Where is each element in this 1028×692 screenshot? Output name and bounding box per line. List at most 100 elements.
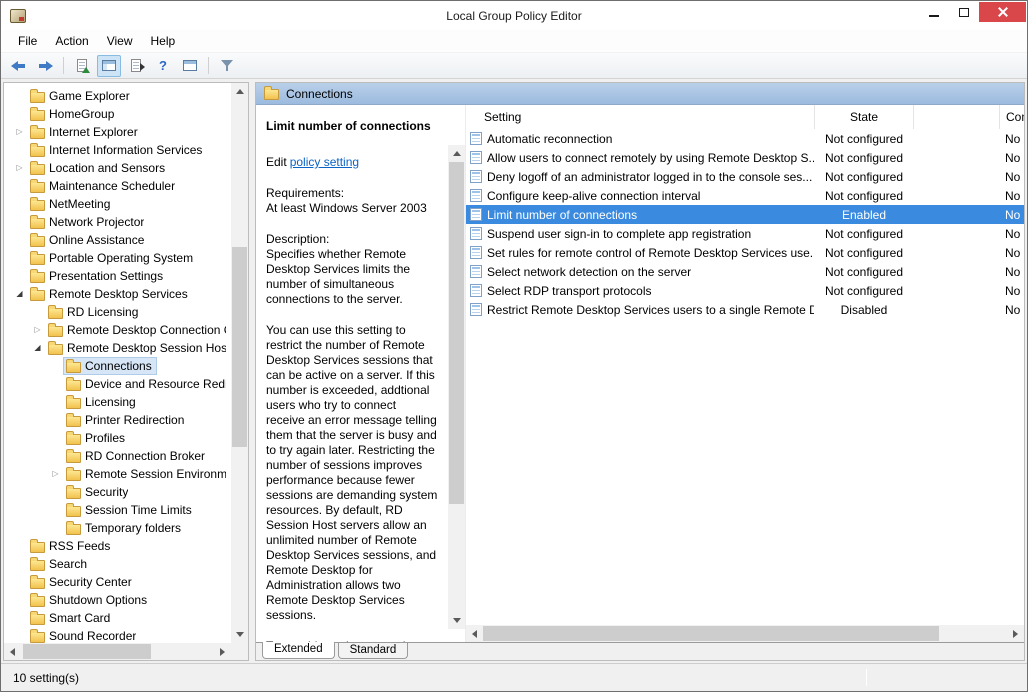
filter-button[interactable] [215, 55, 239, 77]
tree-item-rss-feeds[interactable]: RSS Feeds [4, 537, 231, 555]
scroll-right-button[interactable] [1007, 625, 1024, 642]
tree-item-network-projector[interactable]: Network Projector [4, 213, 231, 231]
tree-item-netmeeting[interactable]: NetMeeting [4, 195, 231, 213]
scroll-left-button[interactable] [4, 643, 21, 660]
list-rows: Automatic reconnectionNot configuredNo A… [466, 129, 1024, 642]
scroll-left-button[interactable] [466, 625, 483, 642]
expand-expanded-icon[interactable] [12, 285, 27, 303]
scroll-down-button[interactable] [448, 612, 465, 629]
scrollbar-thumb[interactable] [449, 162, 464, 504]
close-button[interactable] [979, 2, 1026, 22]
workspace: Game Explorer HomeGroup Internet Explore… [1, 79, 1027, 663]
tree-item-profiles[interactable]: Profiles [4, 429, 231, 447]
tree-item-online-assistance[interactable]: Online Assistance [4, 231, 231, 249]
table-row[interactable]: Restrict Remote Desktop Services users t… [466, 300, 1024, 319]
folder-icon [48, 344, 63, 355]
tree-vertical-scrollbar[interactable] [231, 83, 248, 643]
back-button[interactable] [6, 55, 30, 77]
tree-item-device-and-resource-redirection[interactable]: Device and Resource Redire [4, 375, 231, 393]
tree-item-smart-card[interactable]: Smart Card [4, 609, 231, 627]
tree-item-homegroup[interactable]: HomeGroup [4, 105, 231, 123]
tree-item-licensing[interactable]: Licensing [4, 393, 231, 411]
minimize-button[interactable] [919, 2, 949, 22]
tree-item-remote-desktop-session-host[interactable]: Remote Desktop Session Host [4, 339, 231, 357]
tree-item-label: Presentation Settings [49, 269, 163, 283]
expand-collapsed-icon[interactable] [12, 123, 27, 141]
tree-item-security-center[interactable]: Security Center [4, 573, 231, 591]
tree-item-rd-licensing[interactable]: RD Licensing [4, 303, 231, 321]
expand-collapsed-icon[interactable] [48, 465, 63, 483]
scroll-up-button[interactable] [448, 145, 465, 162]
table-row[interactable]: Select network detection on the serverNo… [466, 262, 1024, 281]
menu-action[interactable]: Action [46, 32, 97, 50]
tree-horizontal-scrollbar[interactable] [4, 643, 231, 660]
tab-standard[interactable]: Standard [338, 643, 409, 659]
tree-item-shutdown-options[interactable]: Shutdown Options [4, 591, 231, 609]
window-title: Local Group Policy Editor [1, 9, 1027, 23]
scrollbar-thumb[interactable] [483, 626, 939, 641]
help-button[interactable]: ? [151, 55, 175, 77]
show-hide-action-pane-button[interactable] [178, 55, 202, 77]
maximize-button[interactable] [949, 2, 979, 22]
tree-item-label: Network Projector [49, 215, 144, 229]
status-text: 10 setting(s) [13, 671, 79, 685]
tree-item-location-and-sensors[interactable]: Location and Sensors [4, 159, 231, 177]
scroll-down-button[interactable] [231, 626, 248, 643]
column-header-comment[interactable]: Comment [999, 105, 1024, 129]
tree-item-connections[interactable]: Connections [4, 357, 231, 375]
tree-item-label: Internet Explorer [49, 125, 138, 139]
requirements-label: Requirements: [266, 186, 438, 201]
edit-policy-line: Editpolicy setting [266, 155, 438, 170]
description-scrollbar[interactable] [448, 105, 465, 642]
tree-item-search[interactable]: Search [4, 555, 231, 573]
tree-item-session-time-limits[interactable]: Session Time Limits [4, 501, 231, 519]
table-row[interactable]: Suspend user sign-in to complete app reg… [466, 224, 1024, 243]
folder-icon [66, 380, 81, 391]
tree-item-internet-explorer[interactable]: Internet Explorer [4, 123, 231, 141]
tree-item-label: Portable Operating System [49, 251, 193, 265]
tree-item-game-explorer[interactable]: Game Explorer [4, 87, 231, 105]
export-list-button[interactable] [124, 55, 148, 77]
scroll-right-button[interactable] [214, 643, 231, 660]
forward-button[interactable] [33, 55, 57, 77]
tree-item-remote-desktop-connection-client[interactable]: Remote Desktop Connection C [4, 321, 231, 339]
tree-item-iis[interactable]: Internet Information Services [4, 141, 231, 159]
table-row[interactable]: Allow users to connect remotely by using… [466, 148, 1024, 167]
scrollbar-thumb[interactable] [232, 247, 247, 447]
tree-item-temporary-folders[interactable]: Temporary folders [4, 519, 231, 537]
tree-item-remote-desktop-services[interactable]: Remote Desktop Services [4, 285, 231, 303]
tree-item-security[interactable]: Security [4, 483, 231, 501]
tree-item-portable-operating-system[interactable]: Portable Operating System [4, 249, 231, 267]
tree-item-remote-session-environment[interactable]: Remote Session Environme [4, 465, 231, 483]
tree-item-maintenance-scheduler[interactable]: Maintenance Scheduler [4, 177, 231, 195]
view-tabs: Extended Standard [256, 642, 1024, 660]
expand-collapsed-icon[interactable] [12, 159, 27, 177]
table-row[interactable]: Deny logoff of an administrator logged i… [466, 167, 1024, 186]
column-header-state[interactable]: State [814, 105, 914, 129]
show-hide-console-tree-button[interactable] [97, 55, 121, 77]
title-bar[interactable]: Local Group Policy Editor [1, 1, 1027, 30]
menu-file[interactable]: File [9, 32, 46, 50]
table-row-selected[interactable]: Limit number of connectionsEnabledNo [466, 205, 1024, 224]
tree-item-label: Online Assistance [49, 233, 144, 247]
expand-collapsed-icon[interactable] [30, 321, 45, 339]
folder-icon [30, 596, 45, 607]
table-row[interactable]: Configure keep-alive connection interval… [466, 186, 1024, 205]
tree-item-rd-connection-broker[interactable]: RD Connection Broker [4, 447, 231, 465]
tree-item-printer-redirection[interactable]: Printer Redirection [4, 411, 231, 429]
table-row[interactable]: Select RDP transport protocolsNot config… [466, 281, 1024, 300]
policy-setting-link[interactable]: policy setting [290, 155, 359, 169]
menu-help[interactable]: Help [142, 32, 185, 50]
scrollbar-thumb[interactable] [23, 644, 151, 659]
scroll-up-button[interactable] [231, 83, 248, 100]
up-one-level-button[interactable] [70, 55, 94, 77]
tree-item-label: HomeGroup [49, 107, 114, 121]
expand-expanded-icon[interactable] [30, 339, 45, 357]
table-row[interactable]: Set rules for remote control of Remote D… [466, 243, 1024, 262]
list-horizontal-scrollbar[interactable] [466, 625, 1024, 642]
menu-view[interactable]: View [98, 32, 142, 50]
table-row[interactable]: Automatic reconnectionNot configuredNo [466, 129, 1024, 148]
tab-extended[interactable]: Extended [262, 642, 335, 659]
column-header-setting[interactable]: Setting [466, 105, 814, 129]
tree-item-presentation-settings[interactable]: Presentation Settings [4, 267, 231, 285]
